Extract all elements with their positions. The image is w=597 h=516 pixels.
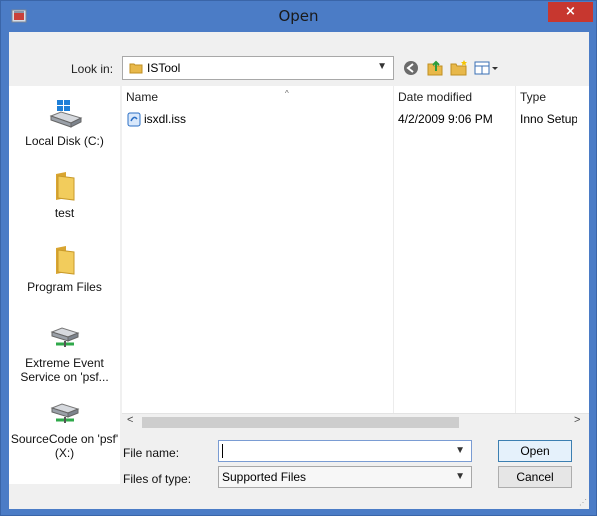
file-type: Inno Setup [520, 112, 577, 126]
scroll-right-icon[interactable]: > [574, 414, 580, 426]
file-row[interactable]: isxdl.iss 4/2/2009 9:06 PM Inno Setup [122, 111, 589, 129]
network-drive-icon [50, 403, 79, 423]
cancel-button[interactable]: Cancel [498, 466, 572, 488]
sort-up-icon: ^ [285, 89, 289, 98]
file-name-input[interactable]: ▼ [218, 440, 472, 462]
look-in-value: ISTool [147, 61, 181, 75]
horizontal-scrollbar[interactable]: < > [122, 413, 589, 430]
place-extreme-event[interactable]: Extreme Event Service on 'psf... [9, 322, 120, 384]
resize-grip-icon[interactable]: ⋰ [579, 498, 587, 507]
window-title: Open [278, 7, 319, 25]
title-bar[interactable]: Open × [1, 1, 596, 31]
file-name-label: File name: [123, 446, 180, 460]
close-button[interactable]: × [548, 2, 593, 22]
new-folder-icon[interactable] [449, 58, 469, 78]
column-header-date[interactable]: Date modified [394, 86, 512, 108]
place-sourcecode[interactable]: SourceCode on 'psf' (X:) [9, 398, 120, 460]
folder-icon [55, 172, 74, 201]
file-list[interactable]: Name ^ Date modified Type isxdl.iss 4/2/… [122, 86, 589, 430]
back-icon[interactable] [401, 58, 421, 78]
files-of-type-value: Supported Files [222, 470, 307, 484]
script-file-icon [127, 112, 141, 127]
folder-icon [55, 246, 74, 275]
column-divider[interactable] [515, 86, 516, 430]
dialog-body: Look in: ISTool ▼ Local Disk (C:) test P… [9, 32, 589, 509]
column-header-type[interactable]: Type [516, 86, 589, 108]
local-disk-icon [49, 100, 82, 128]
chevron-down-icon: ▼ [455, 471, 465, 482]
look-in-dropdown[interactable]: ISTool ▼ [122, 56, 394, 80]
column-header-name[interactable]: Name ^ [122, 86, 390, 108]
place-program-files[interactable]: Program Files [9, 244, 120, 294]
up-folder-icon[interactable] [425, 58, 445, 78]
place-label: Local Disk (C:) [25, 134, 104, 148]
file-date: 4/2/2009 9:06 PM [398, 112, 493, 126]
chevron-down-icon[interactable]: ▼ [455, 445, 465, 456]
places-bar: Local Disk (C:) test Program Files Extre… [9, 86, 120, 484]
open-dialog-window: Open × Look in: ISTool ▼ Local Disk (C:)… [0, 0, 597, 516]
place-local-disk[interactable]: Local Disk (C:) [9, 98, 120, 148]
place-test[interactable]: test [9, 170, 120, 220]
open-button[interactable]: Open [498, 440, 572, 462]
look-in-label: Look in: [71, 62, 114, 76]
chevron-down-icon: ▼ [377, 61, 387, 72]
folder-icon [129, 63, 143, 74]
view-menu-icon[interactable] [473, 58, 501, 78]
files-of-type-label: Files of type: [123, 472, 192, 486]
place-label: test [54, 206, 75, 220]
file-name: isxdl.iss [144, 112, 187, 126]
column-divider[interactable] [393, 86, 394, 430]
scroll-left-icon[interactable]: < [127, 414, 133, 426]
place-label: Program Files [27, 280, 102, 294]
scroll-thumb[interactable] [142, 417, 459, 428]
text-caret [222, 444, 223, 458]
place-label: SourceCode on 'psf' (X:) [10, 432, 119, 460]
network-drive-icon [50, 327, 79, 347]
place-label: Extreme Event Service on 'psf... [20, 356, 109, 384]
files-of-type-dropdown[interactable]: Supported Files ▼ [218, 466, 472, 488]
